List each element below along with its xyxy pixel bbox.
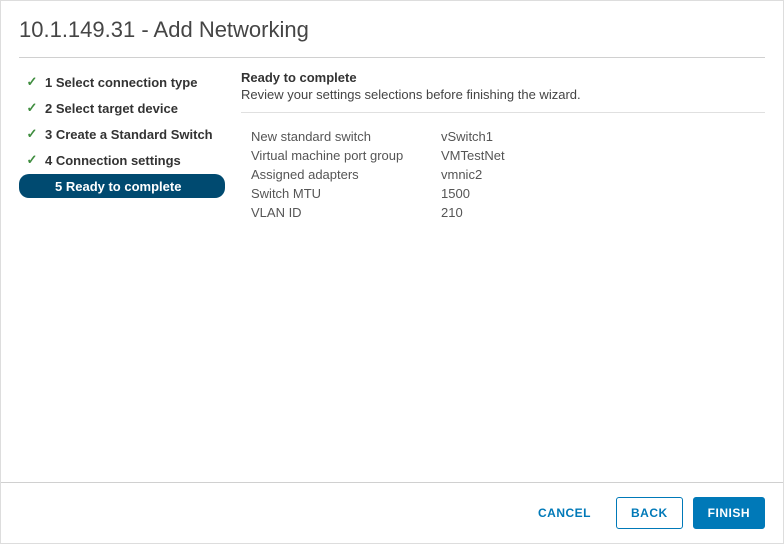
check-icon: ✓: [25, 100, 39, 116]
step-connection-settings[interactable]: ✓ 4 Connection settings: [19, 148, 225, 172]
summary-row-adapters: Assigned adapters vmnic2: [241, 167, 765, 182]
page-title: 10.1.149.31 - Add Networking: [19, 17, 765, 43]
back-button[interactable]: BACK: [616, 497, 683, 529]
step-label: 4 Connection settings: [45, 153, 181, 168]
step-label: 5 Ready to complete: [45, 179, 181, 194]
section-title: Ready to complete: [241, 70, 765, 85]
check-icon: ✓: [25, 74, 39, 90]
step-create-switch[interactable]: ✓ 3 Create a Standard Switch: [19, 122, 225, 146]
step-ready-to-complete[interactable]: ✓ 5 Ready to complete: [19, 174, 225, 198]
step-target-device[interactable]: ✓ 2 Select target device: [19, 96, 225, 120]
summary-label: VLAN ID: [241, 205, 441, 220]
step-label: 1 Select connection type: [45, 75, 197, 90]
summary-value: VMTestNet: [441, 148, 505, 163]
wizard-footer: CANCEL BACK FINISH: [1, 482, 783, 543]
step-connection-type[interactable]: ✓ 1 Select connection type: [19, 70, 225, 94]
summary-row-vlan: VLAN ID 210: [241, 205, 765, 220]
summary-row-mtu: Switch MTU 1500: [241, 186, 765, 201]
check-icon: ✓: [25, 152, 39, 168]
summary-label: Assigned adapters: [241, 167, 441, 182]
check-icon: ✓: [25, 126, 39, 142]
wizard-steps: ✓ 1 Select connection type ✓ 2 Select ta…: [19, 70, 225, 482]
section-divider: [241, 112, 765, 113]
summary-label: Virtual machine port group: [241, 148, 441, 163]
summary-value: 210: [441, 205, 463, 220]
wizard-header: 10.1.149.31 - Add Networking: [1, 1, 783, 57]
summary-value: 1500: [441, 186, 470, 201]
summary-label: New standard switch: [241, 129, 441, 144]
step-label: 2 Select target device: [45, 101, 178, 116]
summary-label: Switch MTU: [241, 186, 441, 201]
summary-value: vmnic2: [441, 167, 482, 182]
finish-button[interactable]: FINISH: [693, 497, 765, 529]
wizard-content: Ready to complete Review your settings s…: [225, 70, 765, 482]
step-label: 3 Create a Standard Switch: [45, 127, 213, 142]
summary-row-new-switch: New standard switch vSwitch1: [241, 129, 765, 144]
section-desc: Review your settings selections before f…: [241, 87, 765, 102]
summary-row-port-group: Virtual machine port group VMTestNet: [241, 148, 765, 163]
wizard-body: ✓ 1 Select connection type ✓ 2 Select ta…: [1, 58, 783, 482]
cancel-button[interactable]: CANCEL: [523, 497, 606, 529]
summary-value: vSwitch1: [441, 129, 493, 144]
